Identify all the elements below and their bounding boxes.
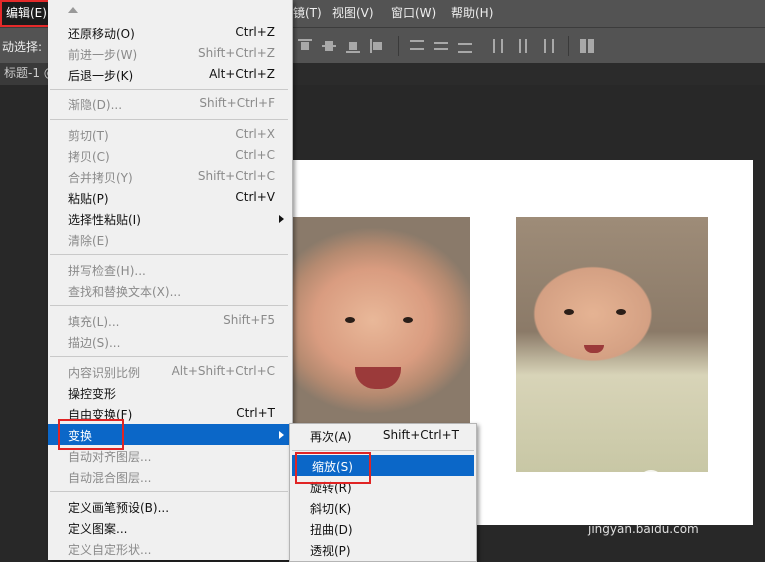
menu-item-undo[interactable]: 还原移动(O) Ctrl+Z (48, 22, 292, 43)
submenu-arrow-icon (279, 215, 284, 223)
baby-photo-right[interactable] (516, 217, 708, 472)
distribute-top-icon[interactable] (410, 39, 424, 53)
menu-separator (50, 305, 288, 306)
baidu-paw-icon (638, 470, 664, 496)
align-bottom-icon[interactable] (346, 39, 360, 53)
menu-item-stroke[interactable]: 描边(S)... (48, 331, 292, 352)
eye (345, 317, 355, 323)
align-top-icon[interactable] (298, 39, 312, 53)
distribute-hcenter-icon[interactable] (516, 39, 530, 53)
menu-separator (50, 491, 288, 492)
baby-photo-left[interactable] (293, 217, 470, 424)
menu-item-copy-merged[interactable]: 合并拷贝(Y) Shift+Ctrl+C (48, 166, 292, 187)
scroll-up-icon[interactable] (68, 7, 78, 13)
distribute-left-icon[interactable] (492, 39, 506, 53)
menu-item-define-pattern[interactable]: 定义图案... (48, 517, 292, 538)
menu-item-define-custom-shape[interactable]: 定义自定形状... (48, 538, 292, 559)
submenu-item-scale[interactable]: 缩放(S) (292, 455, 474, 476)
menu-separator (50, 254, 288, 255)
distribute-right-icon[interactable] (540, 39, 554, 53)
submenu-item-again[interactable]: 再次(A) Shift+Ctrl+T (290, 425, 476, 446)
menu-item-content-aware-scale[interactable]: 内容识别比例 Alt+Shift+Ctrl+C (48, 361, 292, 382)
menu-window[interactable]: 窗口(W) (391, 0, 436, 27)
menu-item-clear[interactable]: 清除(E) (48, 229, 292, 250)
submenu-item-distort[interactable]: 扭曲(D) (290, 518, 476, 539)
baidu-watermark: Baidu经验 jingyan.baidu.com (588, 470, 758, 545)
menu-item-step-forward[interactable]: 前进一步(W) Shift+Ctrl+Z (48, 43, 292, 64)
menu-item-fade[interactable]: 渐隐(D)... Shift+Ctrl+F (48, 93, 292, 114)
menu-item-free-transform[interactable]: 自由变换(F) Ctrl+T (48, 403, 292, 424)
menu-view[interactable]: 视图(V) (332, 0, 374, 27)
menu-separator (50, 119, 288, 120)
align-left-icon[interactable] (370, 39, 384, 53)
distribute-vcenter-icon[interactable] (434, 39, 448, 53)
menu-separator (292, 450, 474, 451)
watermark-logo: Baidu经验 (588, 498, 700, 522)
menu-item-transform[interactable]: 变换 (48, 424, 292, 445)
menu-item-fill[interactable]: 填充(L)... Shift+F5 (48, 310, 292, 331)
menu-edit[interactable]: 编辑(E) (0, 0, 53, 27)
menu-item-paste-special[interactable]: 选择性粘贴(I) (48, 208, 292, 229)
menu-help[interactable]: 帮助(H) (451, 0, 493, 27)
menu-item-step-backward[interactable]: 后退一步(K) Alt+Ctrl+Z (48, 64, 292, 85)
menu-item-check-spelling[interactable]: 拼写检查(H)... (48, 259, 292, 280)
menu-item-auto-blend-layers[interactable]: 自动混合图层... (48, 466, 292, 487)
toolbar-divider (568, 36, 569, 56)
eye (564, 309, 574, 315)
menu-item-define-brush[interactable]: 定义画笔预设(B)... (48, 496, 292, 517)
menu-item-auto-align-layers[interactable]: 自动对齐图层... (48, 445, 292, 466)
submenu-item-skew[interactable]: 斜切(K) (290, 497, 476, 518)
menu-filter[interactable]: 镜(T) (293, 0, 322, 27)
submenu-item-rotate[interactable]: 旋转(R) (290, 476, 476, 497)
mouth (355, 367, 401, 389)
auto-select-label: 动选择: (2, 40, 43, 54)
mouth (584, 345, 604, 353)
menu-item-paste[interactable]: 粘贴(P) Ctrl+V (48, 187, 292, 208)
menu-item-puppet-warp[interactable]: 操控变形 (48, 382, 292, 403)
edit-menu: 还原移动(O) Ctrl+Z 前进一步(W) Shift+Ctrl+Z 后退一步(K… (48, 0, 293, 560)
transform-submenu: 再次(A) Shift+Ctrl+T 缩放(S) 旋转(R) 斜切(K) 扭曲(D… (289, 423, 477, 562)
menu-separator (50, 89, 288, 90)
toolbar-divider (398, 36, 399, 56)
menu-separator (50, 356, 288, 357)
align-vcenter-icon[interactable] (322, 39, 336, 53)
menu-item-copy[interactable]: 拷贝(C) Ctrl+C (48, 145, 292, 166)
submenu-arrow-icon (279, 431, 284, 439)
distribute-bottom-icon[interactable] (458, 39, 472, 53)
menu-item-cut[interactable]: 剪切(T) Ctrl+X (48, 124, 292, 145)
auto-align-icon[interactable] (580, 39, 594, 53)
eye (403, 317, 413, 323)
submenu-item-perspective[interactable]: 透视(P) (290, 539, 476, 560)
menu-item-find-replace[interactable]: 查找和替换文本(X)... (48, 280, 292, 301)
eye (616, 309, 626, 315)
watermark-url: jingyan.baidu.com (588, 522, 699, 536)
